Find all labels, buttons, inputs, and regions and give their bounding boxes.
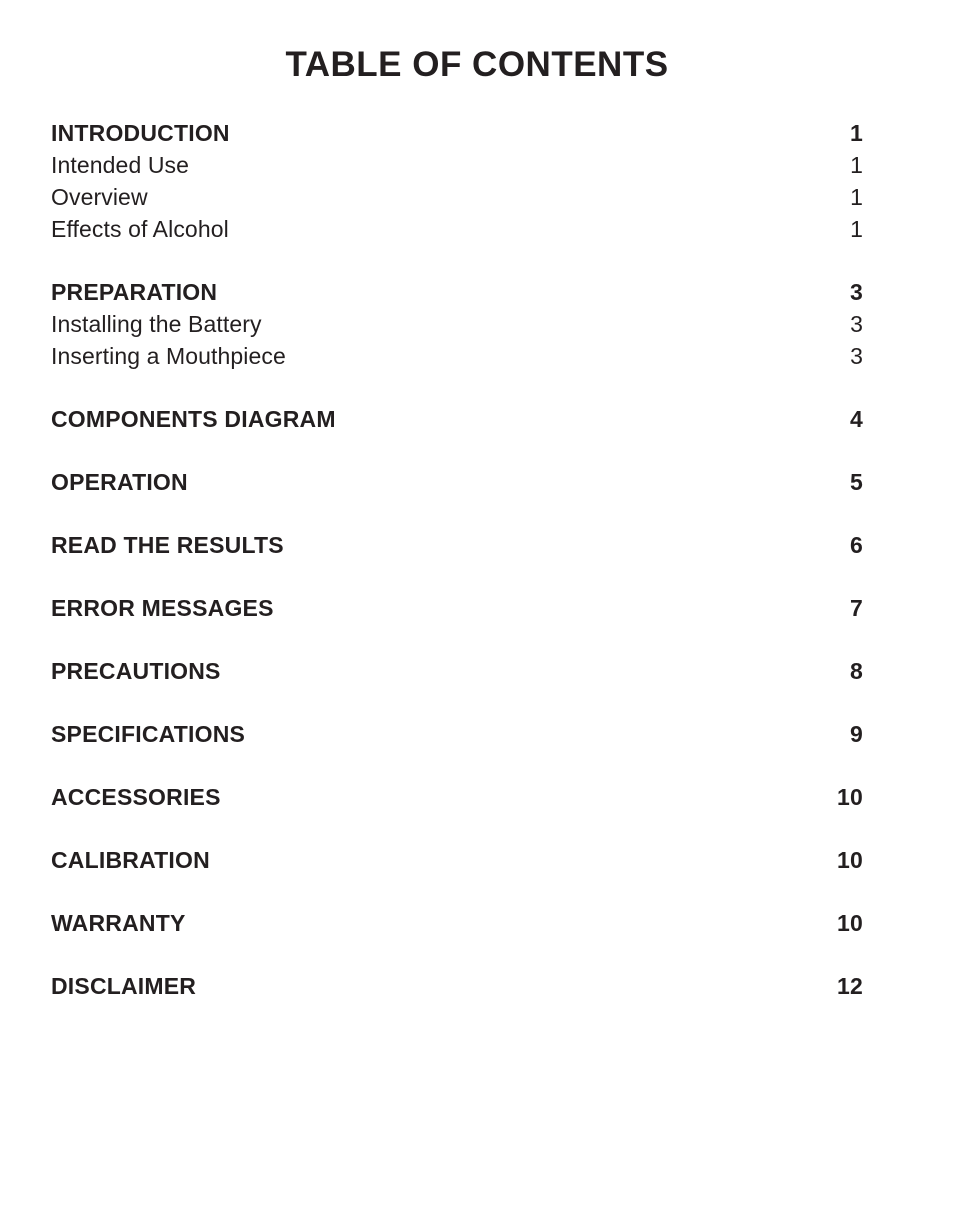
- toc-section-row[interactable]: PRECAUTIONS 8: [51, 655, 863, 687]
- toc-subentry-row[interactable]: Installing the Battery 3: [51, 308, 863, 340]
- toc-entry-page-number: 5: [850, 469, 863, 495]
- toc-group: PRECAUTIONS 8: [51, 655, 863, 687]
- toc-entry-label: Installing the Battery: [51, 311, 262, 337]
- toc-entry-page-number: 1: [850, 152, 863, 178]
- toc-entry-page-number: 9: [850, 721, 863, 747]
- toc-subentry-row[interactable]: Inserting a Mouthpiece 3: [51, 340, 863, 372]
- toc-subentry-row[interactable]: Effects of Alcohol 1: [51, 213, 863, 245]
- toc-entry-label: ERROR MESSAGES: [51, 595, 274, 621]
- toc-entry-page-number: 1: [850, 120, 863, 146]
- toc-entry-label: SPECIFICATIONS: [51, 721, 246, 747]
- toc-section-row[interactable]: INTRODUCTION 1: [51, 117, 863, 149]
- toc-entry-label: PRECAUTIONS: [51, 658, 221, 684]
- toc-entry-label: Inserting a Mouthpiece: [51, 343, 286, 369]
- page-title: TABLE OF CONTENTS: [285, 45, 669, 84]
- toc-section-row[interactable]: WARRANTY 10: [51, 907, 863, 939]
- toc-entry-page-number: 12: [837, 973, 863, 999]
- toc-subentry-row[interactable]: Overview 1: [51, 181, 863, 213]
- toc-entry-label: CALIBRATION: [51, 847, 210, 873]
- toc-entry-label: INTRODUCTION: [51, 120, 230, 146]
- toc-group: WARRANTY 10: [51, 907, 863, 939]
- toc-group: READ THE RESULTS 6: [51, 529, 863, 561]
- toc-section-row[interactable]: SPECIFICATIONS 9: [51, 718, 863, 750]
- toc-entry-label: Effects of Alcohol: [51, 216, 229, 242]
- toc-entry-page-number: 3: [850, 279, 863, 305]
- toc-section-row[interactable]: PREPARATION 3: [51, 276, 863, 308]
- toc-group: CALIBRATION 10: [51, 844, 863, 876]
- toc-entry-page-number: 4: [850, 406, 863, 432]
- toc-section-row[interactable]: DISCLAIMER 12: [51, 970, 863, 1002]
- toc-entry-label: DISCLAIMER: [51, 973, 197, 999]
- toc-entry-page-number: 8: [850, 658, 863, 684]
- toc-subentry-row[interactable]: Intended Use 1: [51, 149, 863, 181]
- document-page: TABLE OF CONTENTS INTRODUCTION 1 Intended …: [0, 0, 954, 1227]
- toc-entry-label: ACCESSORIES: [51, 784, 221, 810]
- toc-group: DISCLAIMER 12: [51, 970, 863, 1002]
- toc-entry-page-number: 10: [837, 910, 863, 936]
- toc-section-row[interactable]: ERROR MESSAGES 7: [51, 592, 863, 624]
- toc-group: COMPONENTS DIAGRAM 4: [51, 403, 863, 435]
- toc-entry-page-number: 3: [850, 311, 863, 337]
- toc-entry-label: Intended Use: [51, 152, 190, 178]
- toc-group: PREPARATION 3 Installing the Battery 3 Inser…: [51, 276, 863, 372]
- table-of-contents: INTRODUCTION 1 Intended Use 1 Overview 1 Effec…: [51, 117, 863, 1002]
- toc-entry-page-number: 3: [850, 343, 863, 369]
- toc-entry-page-number: 10: [837, 847, 863, 873]
- toc-group: ERROR MESSAGES 7: [51, 592, 863, 624]
- toc-group: INTRODUCTION 1 Intended Use 1 Overview 1 Effec…: [51, 117, 863, 245]
- toc-section-row[interactable]: READ THE RESULTS 6: [51, 529, 863, 561]
- toc-entry-page-number: 6: [850, 532, 863, 558]
- toc-group: SPECIFICATIONS 9: [51, 718, 863, 750]
- toc-entry-label: Overview: [51, 184, 148, 210]
- toc-group: OPERATION 5: [51, 466, 863, 498]
- toc-entry-label: READ THE RESULTS: [51, 532, 284, 558]
- toc-entry-label: PREPARATION: [51, 279, 218, 305]
- toc-entry-page-number: 7: [850, 595, 863, 621]
- toc-entry-label: COMPONENTS DIAGRAM: [51, 406, 336, 432]
- toc-entry-page-number: 1: [850, 216, 863, 242]
- toc-entry-page-number: 10: [837, 784, 863, 810]
- toc-entry-label: OPERATION: [51, 469, 188, 495]
- toc-group: ACCESSORIES 10: [51, 781, 863, 813]
- toc-section-row[interactable]: ACCESSORIES 10: [51, 781, 863, 813]
- toc-section-row[interactable]: COMPONENTS DIAGRAM 4: [51, 403, 863, 435]
- toc-entry-label: WARRANTY: [51, 910, 186, 936]
- toc-section-row[interactable]: OPERATION 5: [51, 466, 863, 498]
- toc-section-row[interactable]: CALIBRATION 10: [51, 844, 863, 876]
- toc-entry-page-number: 1: [850, 184, 863, 210]
